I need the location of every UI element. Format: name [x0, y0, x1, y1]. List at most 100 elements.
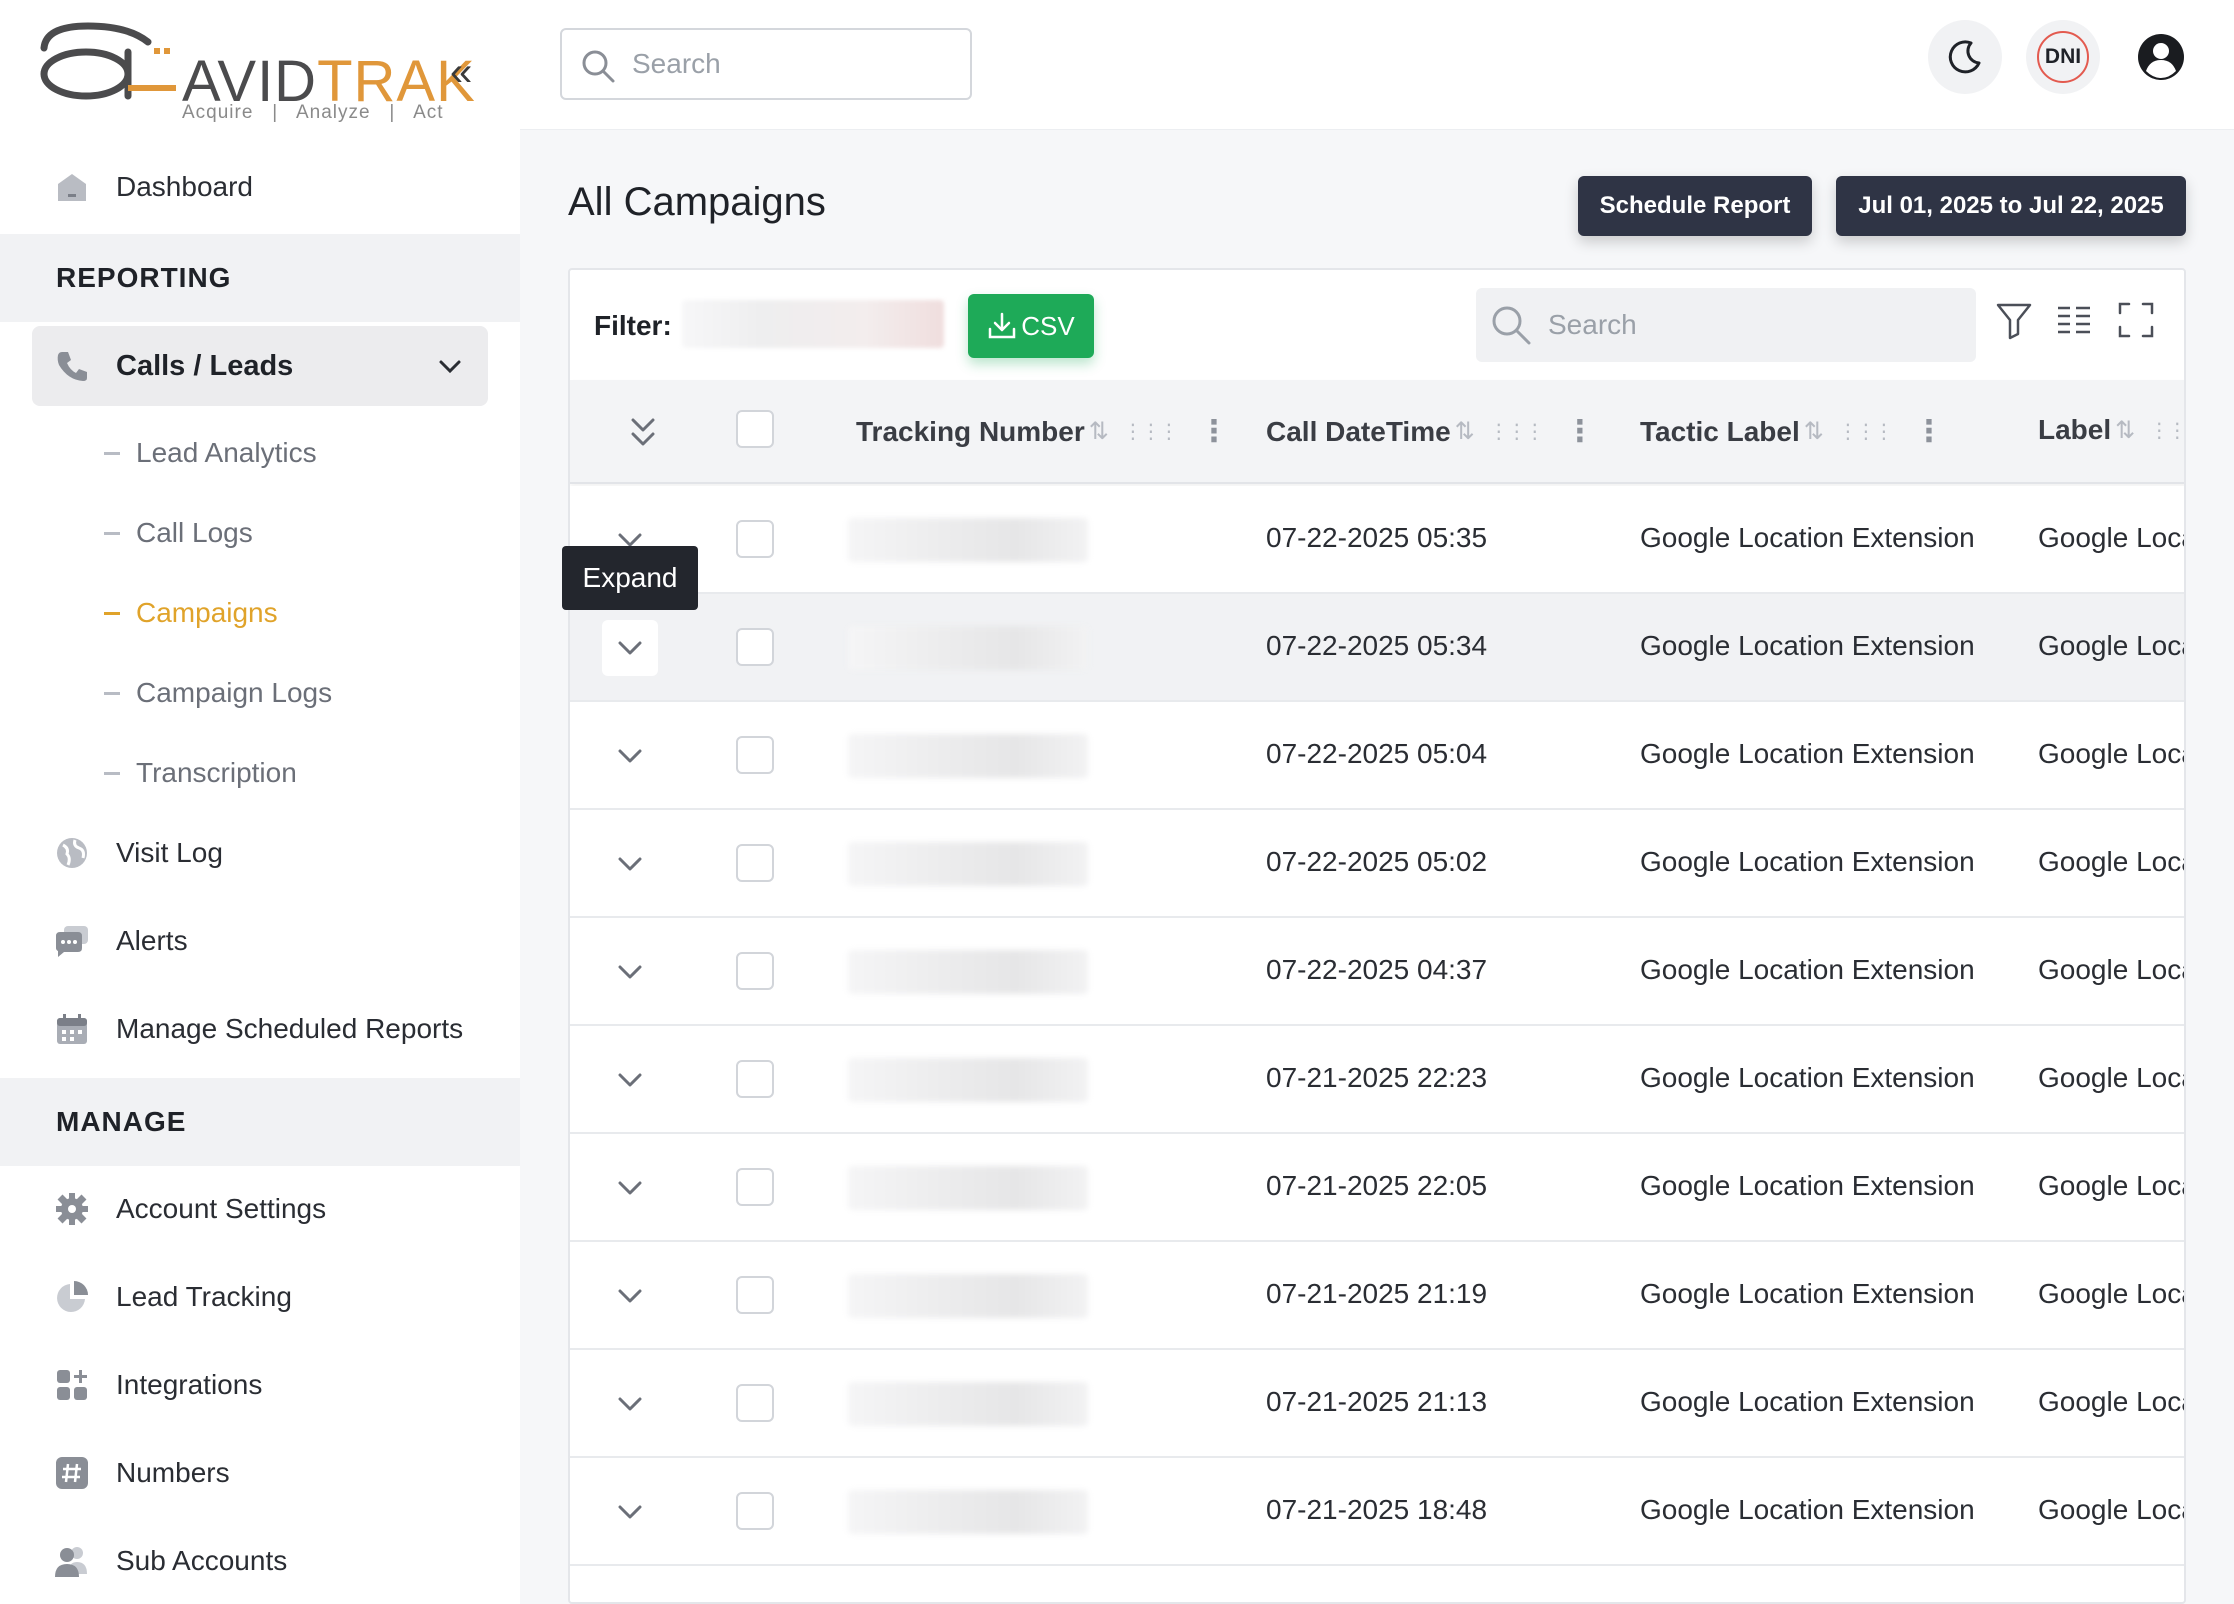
sidebar-item-account-settings[interactable]: Account Settings — [0, 1174, 520, 1244]
column-title: Call DateTime — [1266, 415, 1451, 447]
global-search-input[interactable] — [632, 44, 952, 84]
column-header-tracking-number[interactable]: Tracking Number ⇅ ⋮⋮⋮ ⋮ — [856, 414, 1229, 449]
drag-handle-icon[interactable]: ⋮⋮⋮ — [1838, 419, 1894, 444]
sidebar-item-dashboard[interactable]: Dashboard — [0, 152, 520, 222]
column-menu-icon[interactable]: ⋮ — [1565, 414, 1595, 449]
sidebar-item-calls-leads[interactable]: Calls / Leads — [32, 326, 488, 406]
collapse-sidebar-icon[interactable]: « — [450, 52, 472, 92]
table-row[interactable]: 07-22-2025 05:34 Google Location Extensio… — [570, 594, 2186, 702]
drag-handle-icon[interactable]: ⋮⋮⋮ — [2149, 418, 2184, 443]
drag-handle-icon[interactable]: ⋮⋮⋮ — [1489, 419, 1545, 444]
table-row[interactable]: 07-21-2025 22:05 Google Location Extensio… — [570, 1134, 2184, 1242]
drag-handle-icon[interactable]: ⋮⋮⋮ — [1123, 419, 1179, 444]
sidebar-subitem-campaigns[interactable]: Campaigns — [104, 588, 278, 638]
tactic-label-cell: Google Location Extension — [1640, 738, 1975, 769]
row-checkbox[interactable] — [736, 952, 774, 990]
sidebar-item-label: Visit Log — [116, 837, 223, 868]
sidebar-subitem-lead-analytics[interactable]: Lead Analytics — [104, 428, 317, 478]
call-datetime-cell: 07-21-2025 22:23 — [1266, 1062, 1488, 1093]
filter-value-redacted[interactable] — [682, 300, 944, 348]
sidebar-item-sub-accounts[interactable]: Sub Accounts — [0, 1526, 520, 1596]
table-search-input[interactable] — [1548, 306, 1958, 344]
table-row[interactable]: 07-22-2025 05:02 Google Location Extensio… — [570, 810, 2184, 918]
column-settings-icon[interactable] — [2054, 300, 2094, 340]
label-cell: Google Loca — [2038, 630, 2186, 661]
sidebar-item-manage-scheduled-reports[interactable]: Manage Scheduled Reports — [0, 994, 520, 1064]
table-search[interactable] — [1476, 288, 1976, 362]
logo-tagline: Acquire | Analyze | Act — [182, 102, 444, 123]
expand-row-button[interactable] — [602, 1052, 658, 1108]
column-menu-icon[interactable]: ⋮ — [1199, 414, 1229, 449]
expand-tooltip: Expand — [562, 546, 698, 610]
column-header-tactic-label[interactable]: Tactic Label ⇅ ⋮⋮⋮ ⋮ — [1640, 414, 1944, 449]
fullscreen-icon[interactable] — [2116, 300, 2156, 340]
phone-icon — [54, 348, 90, 384]
call-datetime-cell: 07-22-2025 05:04 — [1266, 738, 1488, 769]
expand-row-button[interactable] — [602, 836, 658, 892]
table-row[interactable]: 07-21-2025 22:23 Google Location Extensio… — [570, 1026, 2186, 1134]
tracking-number-redacted — [848, 1382, 1088, 1426]
sidebar-item-alerts[interactable]: Alerts — [0, 906, 520, 976]
expand-row-button[interactable] — [602, 944, 658, 1000]
table-row[interactable]: 07-22-2025 05:04 Google Location Extensio… — [570, 702, 2184, 810]
row-checkbox[interactable] — [736, 1384, 774, 1422]
sort-icon[interactable]: ⇅ — [1455, 417, 1475, 446]
expand-all-icon[interactable] — [628, 416, 658, 450]
row-checkbox[interactable] — [736, 844, 774, 882]
dni-button[interactable]: DNI — [2026, 20, 2100, 94]
section-manage: MANAGE — [0, 1078, 520, 1166]
sort-icon[interactable]: ⇅ — [1804, 417, 1824, 446]
filter-icon[interactable] — [1994, 300, 2034, 340]
expand-row-button[interactable] — [602, 1268, 658, 1324]
call-datetime-cell: 07-22-2025 05:34 — [1266, 630, 1488, 661]
label-cell: Google Loca — [2038, 1062, 2186, 1093]
sidebar-item-lead-tracking[interactable]: Lead Tracking — [0, 1262, 520, 1332]
expand-row-button[interactable] — [602, 1160, 658, 1216]
dark-mode-toggle[interactable] — [1928, 20, 2002, 94]
chevron-down-icon — [618, 1289, 642, 1303]
select-all-checkbox[interactable] — [736, 410, 774, 448]
table-row[interactable]: 07-21-2025 18:48 Google Location Extensio… — [570, 1458, 2184, 1566]
row-checkbox[interactable] — [736, 1276, 774, 1314]
expand-row-button[interactable] — [602, 1376, 658, 1432]
column-title: Tactic Label — [1640, 415, 1800, 447]
column-header-label[interactable]: Label ⇅ ⋮⋮⋮ — [2038, 414, 2184, 446]
row-checkbox[interactable] — [736, 520, 774, 558]
sidebar-item-visit-log[interactable]: Visit Log — [0, 818, 520, 888]
sidebar-item-numbers[interactable]: Numbers — [0, 1438, 520, 1508]
row-checkbox[interactable] — [736, 1168, 774, 1206]
expand-row-button[interactable] — [602, 1484, 658, 1540]
tactic-label-cell: Google Location Extension — [1640, 1386, 1975, 1417]
schedule-report-button[interactable]: Schedule Report — [1578, 176, 1812, 236]
table-row[interactable]: 07-21-2025 21:19 Google Location Extensio… — [570, 1242, 2184, 1350]
sort-icon[interactable]: ⇅ — [2115, 416, 2135, 445]
table-row[interactable]: 07-21-2025 21:13 Google Location Extensio… — [570, 1350, 2184, 1458]
bullet-dash — [104, 611, 120, 615]
table-row[interactable]: 07-22-2025 05:35 Google Location Extensio… — [570, 486, 2184, 594]
column-header-call-datetime[interactable]: Call DateTime ⇅ ⋮⋮⋮ ⋮ — [1266, 414, 1595, 449]
table-row[interactable]: 07-22-2025 04:37 Google Location Extensio… — [570, 918, 2184, 1026]
tactic-label-cell: Google Location Extension — [1640, 522, 1975, 553]
row-checkbox[interactable] — [736, 736, 774, 774]
sidebar-subitem-campaign-logs[interactable]: Campaign Logs — [104, 668, 332, 718]
sidebar-subitem-transcription[interactable]: Transcription — [104, 748, 297, 798]
date-range-button[interactable]: Jul 01, 2025 to Jul 22, 2025 — [1836, 176, 2186, 236]
column-menu-icon[interactable]: ⋮ — [1914, 414, 1944, 449]
sidebar-item-integrations[interactable]: Integrations — [0, 1350, 520, 1420]
row-checkbox[interactable] — [736, 1492, 774, 1530]
row-checkbox[interactable] — [736, 1060, 774, 1098]
global-search[interactable] — [560, 28, 972, 100]
sort-icon[interactable]: ⇅ — [1089, 417, 1109, 446]
row-checkbox[interactable] — [736, 628, 774, 666]
gear-icon — [54, 1191, 90, 1227]
expand-row-button[interactable] — [602, 620, 658, 676]
csv-export-button[interactable]: CSV — [968, 294, 1094, 358]
sidebar-subitem-call-logs[interactable]: Call Logs — [104, 508, 253, 558]
avidtrak-logo[interactable]: AVIDTRAK Acquire | Analyze | Act — [36, 22, 475, 128]
chevron-down-icon — [618, 1073, 642, 1087]
section-reporting: REPORTING — [0, 234, 520, 322]
sidebar-item-label: Calls / Leads — [116, 350, 294, 382]
user-menu-button[interactable] — [2124, 20, 2198, 94]
expand-row-button[interactable] — [602, 728, 658, 784]
tracking-number-redacted — [848, 1274, 1088, 1318]
